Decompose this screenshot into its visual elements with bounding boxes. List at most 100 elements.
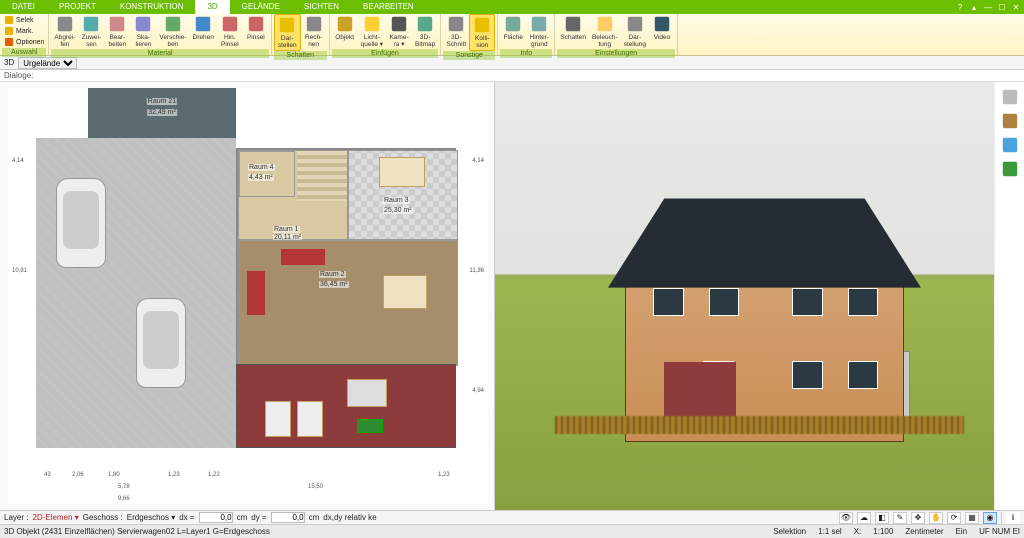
select-button[interactable]: Selek [4, 15, 44, 25]
info-button[interactable]: i [1006, 512, 1020, 524]
tool-grid-icon[interactable]: ▦ [965, 512, 979, 524]
tool-cube-icon[interactable]: ◧ [875, 512, 889, 524]
edit-button[interactable]: Bear- beiten [104, 14, 130, 49]
options-button[interactable]: Optionen [4, 37, 44, 47]
brush2-button[interactable]: Pinsel [243, 14, 269, 42]
mark-button[interactable]: Mark. [4, 26, 44, 36]
dy-input[interactable] [271, 512, 305, 523]
tool-cloud-icon[interactable]: ☁ [857, 512, 871, 524]
section-icon [447, 15, 465, 33]
view3d-sidebar [994, 82, 1024, 510]
layer-combo[interactable]: 2D-Elemen ▾ [32, 513, 78, 522]
layers-icon[interactable] [1001, 88, 1019, 106]
tool-target-icon[interactable]: ◉ [983, 512, 997, 524]
minimize-icon[interactable]: — [982, 1, 994, 13]
shadow-button[interactable]: Schatten [557, 14, 589, 42]
menu-tab-gelaende[interactable]: GELÄNDE [230, 0, 292, 14]
display-button[interactable]: Dar- stellen [274, 14, 301, 51]
dy-label: dy = [251, 513, 266, 522]
wall-icon[interactable] [1001, 136, 1019, 154]
shadow-icon [564, 15, 582, 33]
dx-input[interactable] [199, 512, 233, 523]
menu-tab-konstruktion[interactable]: KONSTRUKTION [108, 0, 196, 14]
menu-tab-bearbeiten[interactable]: BEARBEITEN [351, 0, 426, 14]
area-button[interactable]: Fläche [500, 14, 526, 42]
dining-table [379, 157, 425, 187]
bottom-toolstrip: Layer : 2D-Elemen ▾ Geschoss : Erdgescho… [0, 510, 1024, 524]
section-button[interactable]: 3D- Schnitt [443, 14, 469, 49]
sofa-2 [281, 249, 325, 265]
area-icon [504, 15, 522, 33]
dx-unit: cm [237, 513, 248, 522]
tool-hand-icon[interactable]: ✋ [929, 512, 943, 524]
tool-brush-icon[interactable]: ✎ [893, 512, 907, 524]
menu-tab-projekt[interactable]: PROJEKT [47, 0, 108, 14]
status-selection-label: Selektion [773, 527, 806, 536]
background-button[interactable]: Hinter- grund [526, 14, 552, 49]
display2-icon [626, 15, 644, 33]
ribbon-group-material: Abgrei- fenZuwei- senBear- beitenSka- li… [49, 14, 271, 55]
calc-button[interactable]: Rech- nen [301, 14, 327, 49]
lounger-1 [265, 401, 291, 437]
tree-icon[interactable] [1001, 160, 1019, 178]
display2-button[interactable]: Dar- stellung [621, 14, 649, 49]
plan-canvas: Raum 21 32,49 m² Raum 4 4,43 m² Raum 1 2… [8, 88, 488, 504]
plan-view-2d[interactable]: Raum 21 32,49 m² Raum 4 4,43 m² Raum 1 2… [0, 82, 495, 510]
main-views: Raum 21 32,49 m² Raum 4 4,43 m² Raum 1 2… [0, 82, 1024, 510]
tool-nav-icon[interactable]: ✥ [911, 512, 925, 524]
menu-tab-datei[interactable]: DATEI [0, 0, 47, 14]
dim-bot-8: 15,50 [308, 484, 323, 490]
dim-left-1: 4,14 [12, 158, 24, 164]
servierwagen-object[interactable] [357, 419, 383, 433]
layer-select[interactable]: Urgelände [18, 57, 77, 69]
mark-icon [4, 26, 14, 36]
video-button[interactable]: Video [649, 14, 675, 42]
assign-button[interactable]: Zuwei- sen [78, 14, 104, 49]
garage-label: Raum 21 [147, 98, 177, 105]
dim-right-1: 4,14 [472, 158, 484, 164]
light-button[interactable]: Licht- quelle ▾ [358, 14, 386, 49]
ribbon-group-auswahl: SelekMark.OptionenAuswahl [0, 14, 49, 55]
lighting-button[interactable]: Beleuch- tung [589, 14, 621, 49]
menu-tab-sichten[interactable]: SICHTEN [292, 0, 351, 14]
garage-room: Raum 21 32,49 m² [88, 88, 236, 140]
house-3d [625, 176, 904, 441]
ribbon-group-schatten: Dar- stellenRech- nenSchatten [272, 14, 330, 55]
scale-button[interactable]: Ska- lieren [130, 14, 156, 49]
bitmap3d-button[interactable]: 3D- Bitmap [412, 14, 438, 49]
room-4: Raum 4 4,43 m² [239, 151, 295, 197]
scissors-button[interactable]: Abgrei- fen [51, 14, 78, 49]
view-3d[interactable] [495, 82, 994, 510]
driveway [36, 138, 236, 448]
dx-label: dx = [179, 513, 194, 522]
rotate-button[interactable]: Drehen [190, 14, 217, 42]
pin-icon[interactable]: ▴ [968, 1, 980, 13]
terrace [236, 364, 456, 448]
room1-label: Raum 1 [273, 226, 300, 233]
dim-bot-6: 9,66 [118, 496, 130, 502]
patio-sofa [347, 379, 387, 407]
move-button[interactable]: Verschie- ben [156, 14, 189, 49]
tool-eye-icon[interactable]: 👁 [839, 512, 853, 524]
object-button[interactable]: Objekt [332, 14, 358, 42]
window-3d-2 [709, 288, 740, 316]
rel-label: dx,dy relativ ke [323, 513, 376, 522]
camera-button[interactable]: Kame- ra ▾ [386, 14, 412, 49]
floor-combo[interactable]: Erdgeschos ▾ [127, 513, 175, 522]
chair-icon[interactable] [1001, 112, 1019, 130]
maximize-icon[interactable]: ☐ [996, 1, 1008, 13]
status-scale-sel: 1:1 sel [818, 527, 842, 536]
close-icon[interactable]: ✕ [1010, 1, 1022, 13]
tool-rotate-icon[interactable]: ⟳ [947, 512, 961, 524]
assign-icon [82, 15, 100, 33]
help-icon[interactable]: ? [954, 1, 966, 13]
rotate-icon [194, 15, 212, 33]
collision-button[interactable]: Kolli- sion [469, 14, 495, 51]
room-2: Raum 2 36,45 m² [238, 240, 458, 366]
menu-tab-3d[interactable]: 3D [195, 0, 229, 14]
sub-toolbar: 3D Urgelände [0, 56, 1024, 70]
brush-button[interactable]: Hin. Pinsel [217, 14, 243, 49]
status-x-label: X: [854, 527, 862, 536]
display-icon [278, 16, 296, 34]
dialog-label: Dialoge: [4, 71, 33, 80]
